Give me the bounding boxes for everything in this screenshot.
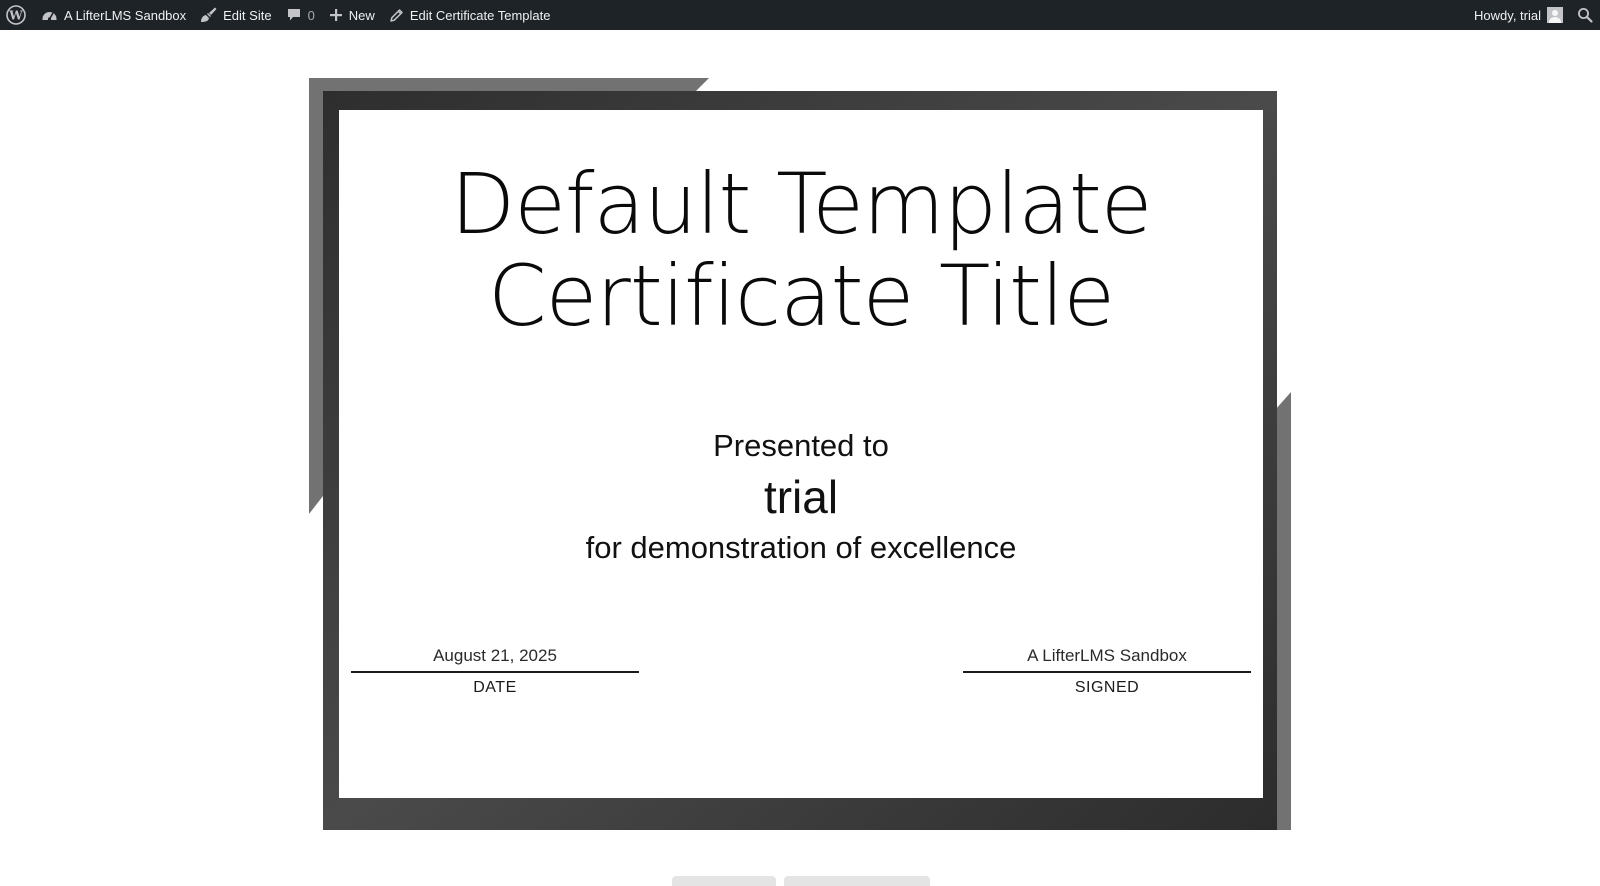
signature-label: SIGNED bbox=[1074, 679, 1140, 696]
new-content-label: New bbox=[348, 7, 375, 23]
wordpress-logo-menu[interactable]: W bbox=[0, 0, 34, 30]
signature-line bbox=[963, 671, 1251, 673]
wordpress-logo-icon: W bbox=[6, 5, 26, 25]
edit-certificate-template-link[interactable]: Edit Certificate Template bbox=[382, 0, 558, 30]
site-name-link[interactable]: A LifterLMS Sandbox bbox=[34, 0, 193, 30]
certificate-title-line-1: Default Template bbox=[450, 155, 1153, 253]
admin-bar: W A LifterLMS Sandbox Edit Site 0 New Ed… bbox=[0, 0, 1600, 30]
comment-icon bbox=[286, 7, 302, 23]
brush-icon bbox=[200, 7, 217, 23]
certificate-title-line-2: Certificate Title bbox=[487, 247, 1115, 345]
my-account-menu[interactable]: Howdy, trial bbox=[1467, 0, 1570, 30]
plus-icon bbox=[329, 8, 343, 22]
search-icon bbox=[1577, 7, 1593, 23]
edit-site-label: Edit Site bbox=[223, 7, 272, 23]
new-content-link[interactable]: New bbox=[322, 0, 382, 30]
dashboard-icon bbox=[41, 8, 58, 22]
signature-value: A LifterLMS Sandbox bbox=[1027, 646, 1187, 665]
comments-link[interactable]: 0 bbox=[279, 0, 322, 30]
bottom-action-button-1[interactable] bbox=[672, 876, 776, 886]
pencil-icon bbox=[389, 8, 404, 23]
avatar bbox=[1547, 7, 1563, 23]
date-block: August 21, 2025 DATE bbox=[351, 645, 639, 697]
admin-bar-right: Howdy, trial bbox=[1467, 0, 1600, 30]
bottom-action-buttons bbox=[672, 876, 930, 886]
certificate-title: Default Template Certificate Title bbox=[339, 158, 1263, 342]
search-button[interactable] bbox=[1570, 0, 1600, 30]
achievement-reason: for demonstration of excellence bbox=[585, 530, 1017, 565]
edit-site-link[interactable]: Edit Site bbox=[193, 0, 278, 30]
edit-certificate-template-label: Edit Certificate Template bbox=[409, 7, 551, 23]
svg-text:W: W bbox=[8, 9, 23, 23]
comments-count: 0 bbox=[307, 7, 315, 23]
admin-bar-left: W A LifterLMS Sandbox Edit Site 0 New Ed… bbox=[0, 0, 557, 30]
certificate-preview: Default Template Certificate Title Prese… bbox=[0, 30, 1600, 881]
site-name-label: A LifterLMS Sandbox bbox=[64, 7, 187, 23]
certificate-body: Default Template Certificate Title Prese… bbox=[339, 110, 1263, 798]
presented-to-text: Presented to bbox=[713, 428, 889, 463]
recipient-name: trial bbox=[763, 471, 839, 523]
howdy-label: Howdy, trial bbox=[1474, 7, 1541, 23]
date-value: August 21, 2025 bbox=[433, 646, 557, 665]
signature-block: A LifterLMS Sandbox SIGNED bbox=[963, 645, 1251, 697]
date-label: DATE bbox=[473, 679, 517, 696]
bottom-action-button-2[interactable] bbox=[784, 876, 930, 886]
date-line bbox=[351, 671, 639, 673]
